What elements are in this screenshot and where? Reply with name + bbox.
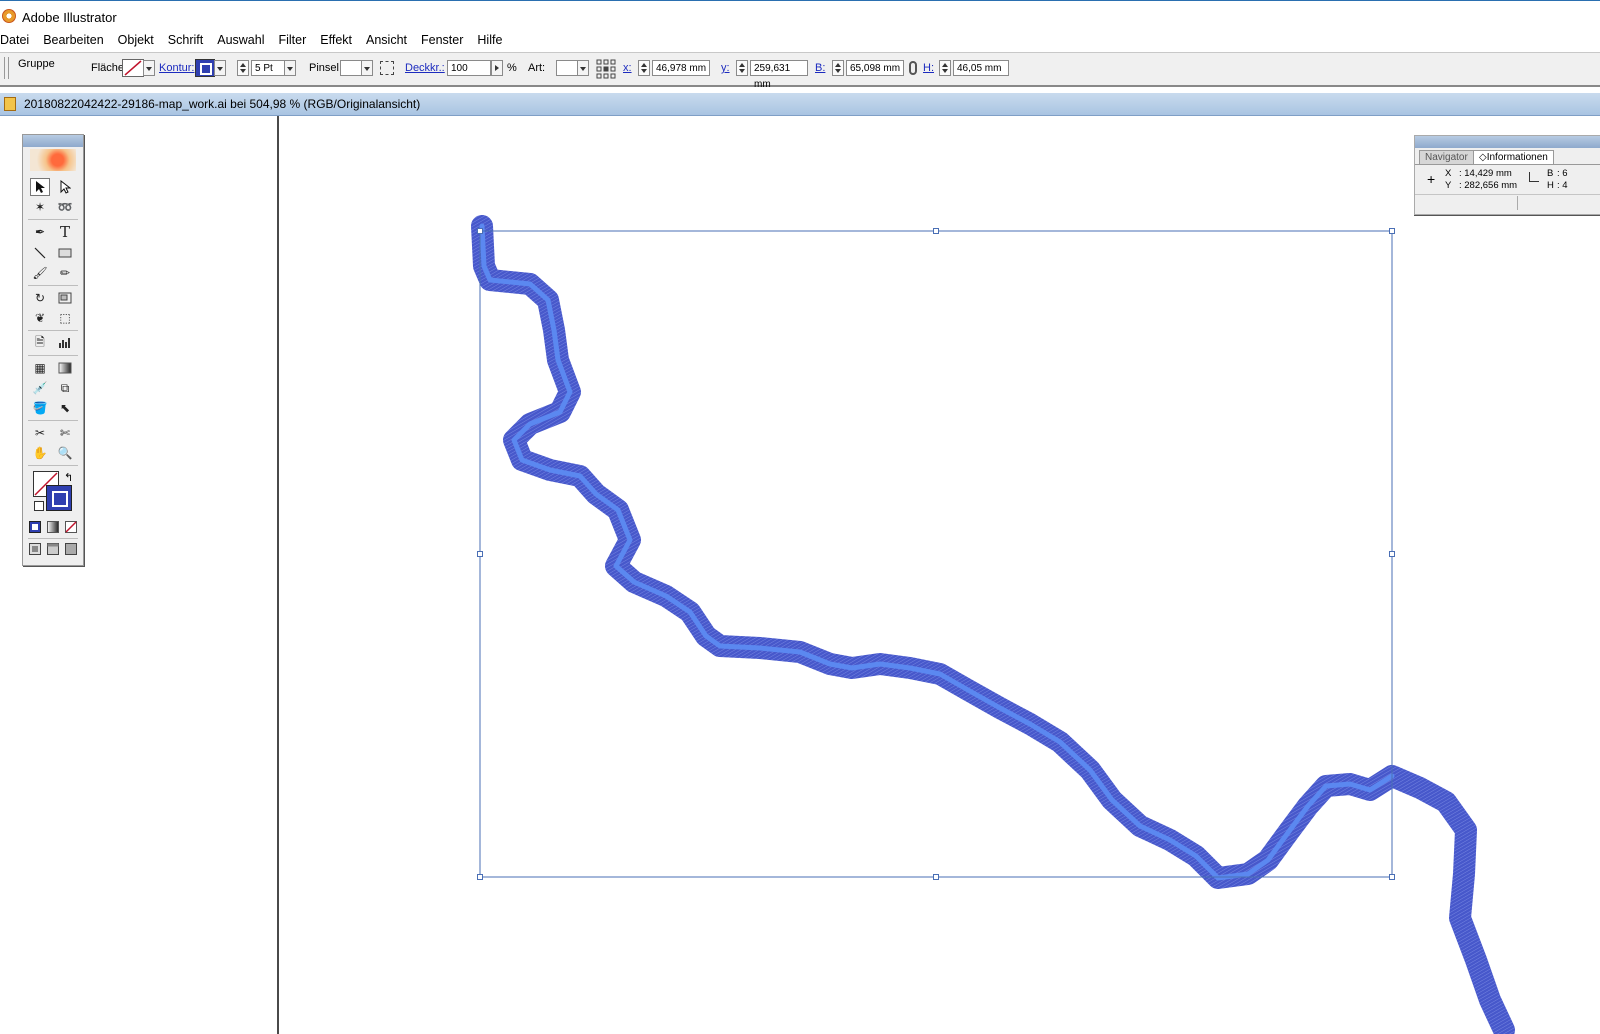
standard-screen-mode-icon[interactable] (27, 541, 43, 557)
type-tool-icon[interactable]: T (55, 223, 75, 241)
illustrator-flower-logo[interactable] (30, 149, 76, 171)
handle-middle-left[interactable] (477, 551, 483, 557)
blend-tool-icon[interactable]: ⧉ (55, 379, 75, 397)
stroke-color-swatch[interactable] (46, 485, 72, 511)
mesh-tool-icon[interactable]: ▦ (30, 359, 50, 377)
info-h-label: H (1547, 180, 1554, 191)
color-mode-icon[interactable] (27, 519, 43, 535)
default-fill-stroke-icon[interactable] (34, 501, 44, 511)
info-y-value: : 282,656 mm (1459, 180, 1518, 191)
eyedropper-tool-icon[interactable]: 💉 (30, 379, 50, 397)
dimensions-icon (1529, 172, 1539, 182)
tab-informationen[interactable]: ◇Informationen (1473, 150, 1554, 165)
crosshair-icon: + (1427, 171, 1436, 187)
warp-tool-icon[interactable]: ❦ (30, 309, 50, 327)
slice-tool-icon[interactable]: ✂ (30, 424, 50, 442)
handle-top-center[interactable] (933, 228, 939, 234)
tools-panel: ✶ ➿ ✒ T 🖌 ✏ ↻ ❦ ⬚ 🗎 ▦ 💉 ⧉ 🪣 ⬉ ✂ ✄ ✋ 🔍 ↰ (22, 134, 84, 566)
info-y-label: Y (1445, 180, 1452, 191)
rectangle-tool-icon[interactable] (55, 244, 75, 262)
live-paint-selection-tool-icon[interactable]: ⬉ (55, 399, 75, 417)
handle-top-right[interactable] (1389, 228, 1395, 234)
handle-bottom-left[interactable] (477, 874, 483, 880)
selection-tool-icon[interactable] (30, 178, 50, 196)
lasso-tool-icon[interactable]: ➿ (55, 198, 75, 216)
info-h-value: : 4 (1557, 180, 1568, 191)
tab-informationen-label: Informationen (1486, 152, 1548, 163)
full-screen-menu-mode-icon[interactable] (45, 541, 61, 557)
rotate-tool-icon[interactable]: ↻ (30, 289, 50, 307)
gradient-tool-icon[interactable] (55, 359, 75, 377)
hand-tool-icon[interactable]: ✋ (30, 444, 50, 462)
handle-middle-right[interactable] (1389, 551, 1395, 557)
info-b-value: : 6 (1557, 168, 1568, 179)
magic-wand-tool-icon[interactable]: ✶ (30, 198, 50, 216)
tab-navigator[interactable]: Navigator (1419, 150, 1474, 165)
info-panel: Navigator ◇Informationen + X : 14,429 mm… (1414, 135, 1600, 215)
pencil-tool-icon[interactable]: ✏ (55, 264, 75, 282)
info-panel-header[interactable] (1415, 136, 1600, 148)
zoom-tool-icon[interactable]: 🔍 (55, 444, 75, 462)
handle-top-left[interactable] (477, 228, 483, 234)
swap-fill-stroke-icon[interactable]: ↰ (64, 471, 73, 484)
handle-bottom-center[interactable] (933, 874, 939, 880)
info-x-label: X (1445, 168, 1452, 179)
artwork-layer[interactable] (0, 0, 1600, 1034)
river-path[interactable] (471, 215, 1515, 1034)
gradient-mode-icon[interactable] (45, 519, 61, 535)
info-b-label: B (1547, 168, 1554, 179)
none-mode-icon[interactable] (63, 519, 79, 535)
full-screen-mode-icon[interactable] (63, 541, 79, 557)
paintbrush-tool-icon[interactable]: 🖌 (30, 264, 50, 282)
direct-selection-tool-icon[interactable] (55, 178, 75, 196)
tools-panel-header[interactable] (23, 135, 83, 147)
info-x-value: : 14,429 mm (1459, 168, 1512, 179)
scissors-tool-icon[interactable]: ✄ (55, 424, 75, 442)
symbol-sprayer-tool-icon[interactable]: 🗎 (30, 334, 50, 352)
scale-tool-icon[interactable] (55, 289, 75, 307)
line-tool-icon[interactable] (30, 244, 50, 262)
live-paint-bucket-tool-icon[interactable]: 🪣 (30, 399, 50, 417)
free-transform-tool-icon[interactable]: ⬚ (55, 309, 75, 327)
pen-tool-icon[interactable]: ✒ (30, 223, 50, 241)
handle-bottom-right[interactable] (1389, 874, 1395, 880)
graph-tool-icon[interactable] (55, 334, 75, 352)
